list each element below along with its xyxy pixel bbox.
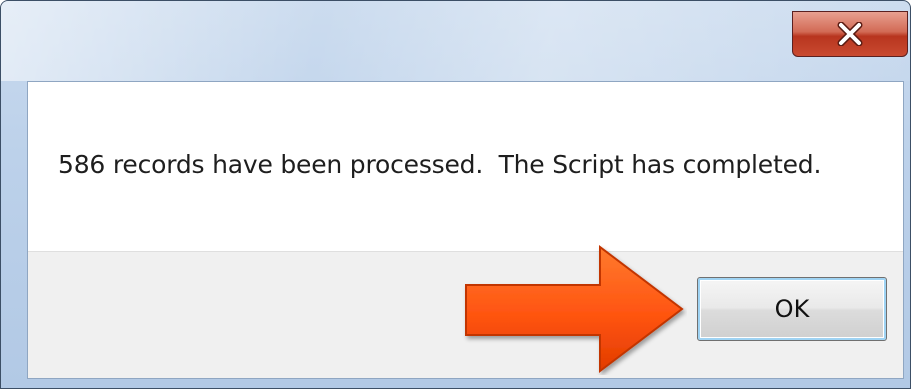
close-button[interactable]	[792, 11, 908, 57]
message-area: 586 records have been processed. The Scr…	[28, 82, 903, 251]
button-bar: OK	[28, 251, 903, 378]
close-icon	[835, 22, 865, 46]
message-text: 586 records have been processed. The Scr…	[58, 150, 822, 179]
dialog-content: 586 records have been processed. The Scr…	[27, 81, 904, 379]
ok-button[interactable]: OK	[697, 277, 887, 341]
title-bar	[1, 1, 910, 81]
message-dialog-window: 586 records have been processed. The Scr…	[0, 0, 911, 389]
